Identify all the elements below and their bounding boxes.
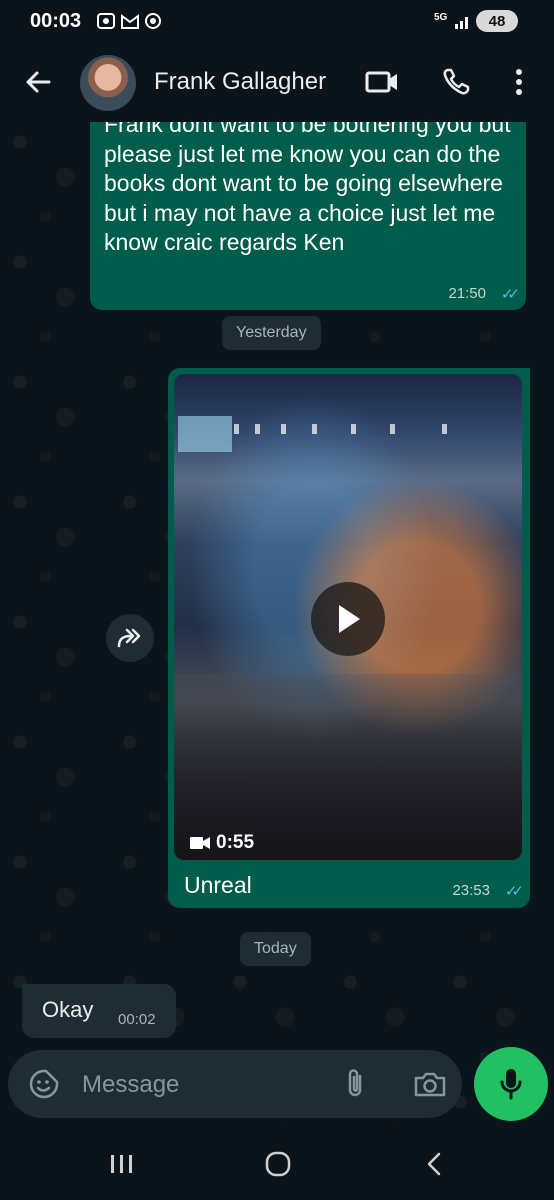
video-duration: 0:55 — [216, 832, 255, 853]
more-vert-icon — [516, 69, 522, 95]
contact-avatar[interactable] — [80, 55, 136, 111]
paperclip-icon — [348, 1069, 362, 1097]
message-time: 23:53 — [452, 882, 490, 899]
camera-button[interactable] — [408, 1062, 452, 1106]
video-call-button[interactable] — [360, 62, 404, 102]
forward-button[interactable] — [106, 614, 154, 662]
contact-name[interactable]: Frank Gallagher — [154, 68, 326, 96]
back-button[interactable] — [18, 60, 58, 104]
date-label: Today — [254, 940, 297, 957]
read-receipt-icon: ✓✓ — [500, 286, 520, 303]
voice-call-button[interactable] — [436, 62, 476, 102]
message-time: 21:50 — [448, 285, 486, 302]
date-divider-yesterday: Yesterday — [222, 316, 321, 350]
screen-board — [178, 416, 232, 452]
nav-home-button[interactable] — [256, 1144, 300, 1184]
read-receipt-icon: ✓✓ — [504, 883, 524, 900]
message-time: 00:02 — [118, 1011, 156, 1028]
nav-back-button[interactable] — [412, 1146, 456, 1182]
home-icon — [265, 1151, 291, 1177]
forward-icon — [117, 628, 141, 648]
camera-icon — [414, 1072, 446, 1097]
sticker-button[interactable] — [22, 1062, 66, 1106]
message-text: Frank dont want to be bothering you but … — [104, 122, 511, 255]
outgoing-video-message[interactable]: 0:55 Unreal 23:53 ✓✓ — [168, 368, 530, 908]
video-caption: Unreal — [184, 872, 252, 898]
gmail-icon — [121, 14, 139, 29]
play-button[interactable] — [311, 582, 385, 656]
battery-indicator: 48 — [476, 10, 518, 32]
chat-area[interactable]: Frank dont want to be bothering you but … — [0, 122, 554, 1128]
more-options-button[interactable] — [504, 62, 534, 102]
play-icon — [339, 605, 360, 633]
incoming-message[interactable]: Okay 00:02 — [22, 984, 176, 1038]
video-thumbnail[interactable]: 0:55 — [174, 374, 522, 860]
recents-icon — [111, 1155, 132, 1173]
video-camera-icon — [190, 837, 210, 849]
outgoing-message[interactable]: Frank dont want to be bothering you but … — [90, 122, 526, 310]
chrome-icon — [145, 13, 161, 29]
message-text: Okay — [42, 997, 94, 1022]
screen-record-icon — [97, 13, 115, 29]
video-call-icon — [365, 71, 397, 93]
nav-recents-button[interactable] — [100, 1146, 144, 1182]
mic-icon — [500, 1069, 522, 1100]
nav-back-icon — [427, 1152, 441, 1176]
stadium-lights — [234, 424, 494, 434]
back-arrow-icon — [26, 71, 51, 93]
status-time: 00:03 — [30, 10, 82, 32]
network-label: 5G — [434, 12, 448, 23]
sticker-icon — [29, 1069, 59, 1099]
signal-icon — [455, 17, 468, 29]
date-divider-today: Today — [240, 932, 311, 966]
voice-message-button[interactable] — [474, 1047, 548, 1121]
battery-level: 48 — [488, 12, 506, 30]
date-label: Yesterday — [236, 324, 307, 341]
attach-button[interactable] — [336, 1062, 376, 1106]
message-input[interactable] — [80, 1066, 304, 1104]
phone-icon — [443, 68, 470, 95]
